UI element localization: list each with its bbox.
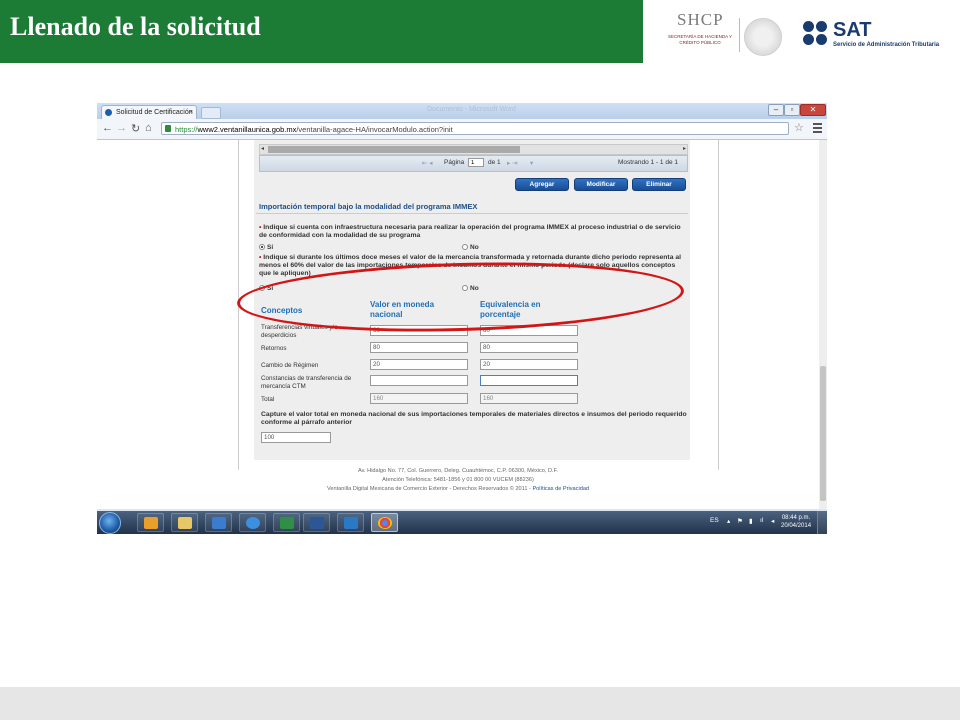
browser-titlebar: Solicitud de Certificación × Documento -… xyxy=(97,103,827,119)
chrome-icon[interactable] xyxy=(371,513,398,532)
capture-instruction: Capture el valor total en moneda naciona… xyxy=(261,411,687,426)
page-label: Página xyxy=(444,159,465,166)
footer-rights: Ventanilla Digital Mexicana de Comercio … xyxy=(326,486,590,492)
tray-arrow-icon[interactable]: ▴ xyxy=(727,517,730,525)
excel-icon[interactable] xyxy=(273,513,300,532)
page-input[interactable] xyxy=(468,158,484,167)
network-icon[interactable]: ▮ xyxy=(749,517,753,525)
outlook-icon[interactable] xyxy=(137,513,164,532)
clock-date: 20/04/2014 xyxy=(781,523,812,529)
maximize-button[interactable]: ▫ xyxy=(784,104,800,116)
word-icon[interactable] xyxy=(303,513,330,532)
bookmark-star-icon[interactable]: ☆ xyxy=(794,121,804,134)
pager-range: Mostrando 1 - 1 de 1 xyxy=(618,159,678,166)
clock-time: 08:44 p.m. xyxy=(781,515,811,521)
ctm-value-field[interactable] xyxy=(370,375,468,386)
url-host: www2.ventanillaunica.gob.mx xyxy=(197,125,297,134)
signal-icon[interactable]: ıl xyxy=(760,517,763,524)
sat-logo-icon xyxy=(803,21,829,47)
next-page-icon[interactable]: ▸ ⇥ xyxy=(507,159,518,167)
rows-select[interactable]: ▾ xyxy=(530,159,533,167)
menu-icon[interactable] xyxy=(813,123,822,135)
new-tab-button[interactable] xyxy=(201,107,221,119)
question-infrastructure: • Indique si cuenta con infraestructura … xyxy=(259,224,681,239)
page-vertical-scrollbar[interactable] xyxy=(819,140,827,509)
internet-explorer-icon[interactable] xyxy=(239,513,266,532)
regime-change-value-field[interactable] xyxy=(370,359,468,370)
explorer-folder-icon[interactable] xyxy=(171,513,198,532)
footer-phone: Atención Telefónica: 5481-1856 y 01 800 … xyxy=(382,477,534,483)
row-label-returns: Retornos xyxy=(261,345,287,352)
minimize-button[interactable]: – xyxy=(768,104,784,116)
q1-yes-radio[interactable]: Sí xyxy=(259,244,273,251)
shcp-logo: SHCP SECRETARÍA DE HACIENDA Y CRÉDITO PÚ… xyxy=(665,10,735,58)
shcp-wordmark: SHCP xyxy=(677,10,724,29)
returns-percent-field[interactable] xyxy=(480,342,578,353)
national-seal-icon xyxy=(744,18,782,56)
windows-taskbar: ES ▴ ⚑ ▮ ıl ◂ 08:44 p.m. 20/04/2014 xyxy=(97,511,827,534)
browser-toolbar: ← → ↻ ⌂ https://www2.ventanillaunica.gob… xyxy=(97,119,827,140)
reload-icon[interactable]: ↻ xyxy=(131,122,140,135)
row-label-total: Total xyxy=(261,396,275,403)
browser-screenshot: Solicitud de Certificación × Documento -… xyxy=(97,103,827,534)
delete-button[interactable]: Eliminar xyxy=(632,178,686,191)
logo-divider xyxy=(739,18,740,52)
flag-icon[interactable]: ⚑ xyxy=(737,517,743,525)
sat-wordmark: SAT xyxy=(833,19,872,41)
slide-title: Llenado de la solicitud xyxy=(10,12,261,41)
grid-pager: ⇤ ◂ Página de 1 ▸ ⇥ ▾ Mostrando 1 - 1 de… xyxy=(259,155,688,172)
grid-horizontal-scrollbar[interactable]: ◂ ▸ xyxy=(259,144,688,155)
page-of-label: de 1 xyxy=(488,159,501,166)
tab-close-icon[interactable]: × xyxy=(189,106,193,119)
page-content: ◂ ▸ ⇤ ◂ Página de 1 ▸ ⇥ ▾ Mostrando 1 - … xyxy=(97,140,819,509)
sat-subtitle: Servicio de Administración Tributaria xyxy=(833,42,940,48)
start-button[interactable] xyxy=(99,512,121,534)
window-close-button[interactable]: ✕ xyxy=(800,104,826,116)
row-label-ctm: Constancias de transferencia de mercancí… xyxy=(261,375,352,390)
q1-no-radio[interactable]: No xyxy=(462,244,479,251)
language-indicator[interactable]: ES xyxy=(710,517,719,524)
footer-address: Av. Hidalgo No. 77, Col. Guerrero, Deleg… xyxy=(358,468,558,474)
lock-icon xyxy=(165,125,171,132)
forward-arrow-icon[interactable]: → xyxy=(116,122,127,134)
window-title-ghost: Documento - Microsoft Word xyxy=(427,106,516,113)
volume-icon[interactable]: ◂ xyxy=(771,517,774,525)
back-arrow-icon[interactable]: ← xyxy=(102,122,113,134)
browser-tab[interactable]: Solicitud de Certificación × xyxy=(101,105,197,119)
ctm-percent-field[interactable] xyxy=(480,375,578,386)
returns-value-field[interactable] xyxy=(370,342,468,353)
add-button[interactable]: Agregar xyxy=(515,178,569,191)
url-path: /ventanilla-agace-HA/invocarModulo.actio… xyxy=(296,125,453,134)
remote-desktop-icon[interactable] xyxy=(205,513,232,532)
scroll-right-icon[interactable]: ▸ xyxy=(683,145,686,152)
section-title: Importación temporal bajo la modalidad d… xyxy=(259,202,478,211)
first-page-icon[interactable]: ⇤ ◂ xyxy=(422,159,433,167)
total-percent-field xyxy=(480,393,578,404)
shcp-subtitle: SECRETARÍA DE HACIENDA Y CRÉDITO PÚBLICO xyxy=(667,34,733,45)
home-icon[interactable]: ⌂ xyxy=(145,122,152,134)
show-desktop-button[interactable] xyxy=(817,511,827,534)
vertical-scroll-thumb[interactable] xyxy=(820,366,826,501)
regime-change-percent-field[interactable] xyxy=(480,359,578,370)
favicon-icon xyxy=(105,109,112,116)
address-bar[interactable]: https://www2.ventanillaunica.gob.mx/vent… xyxy=(161,122,789,135)
system-clock[interactable]: 08:44 p.m. 20/04/2014 xyxy=(781,514,811,530)
row-label-regime-change: Cambio de Régimen xyxy=(261,362,319,369)
site-footer: Av. Hidalgo No. 77, Col. Guerrero, Deleg… xyxy=(97,467,819,494)
title-band: Llenado de la solicitud xyxy=(0,0,643,63)
modify-button[interactable]: Modificar xyxy=(574,178,628,191)
slide-footer-band xyxy=(0,687,960,720)
scroll-thumb[interactable] xyxy=(268,146,520,153)
question-infrastructure-text: Indique si cuenta con infraestructura ne… xyxy=(259,224,681,239)
total-imports-field[interactable] xyxy=(261,432,331,443)
scroll-left-icon[interactable]: ◂ xyxy=(261,145,264,152)
url-scheme: https:// xyxy=(175,125,198,134)
tab-title: Solicitud de Certificación xyxy=(116,109,193,116)
section-divider xyxy=(256,213,688,214)
privacy-link[interactable]: Políticas de Privacidad xyxy=(532,486,589,492)
total-value-field xyxy=(370,393,468,404)
lync-icon[interactable] xyxy=(337,513,364,532)
